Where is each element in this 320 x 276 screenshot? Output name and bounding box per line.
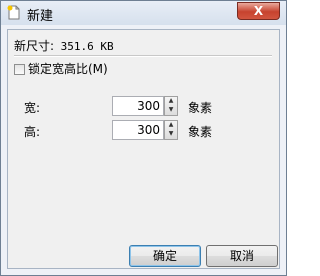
new-document-icon xyxy=(7,5,20,20)
spin-down-icon[interactable]: ▼ xyxy=(165,106,177,115)
new-image-dialog: 新建 X 新尺寸: 351.6 KB 锁定宽高比(M) 宽: 300 ▲ ▼ 象素… xyxy=(0,0,287,276)
width-unit: 象素 xyxy=(188,101,213,115)
height-spinner[interactable]: ▲ ▼ xyxy=(164,120,178,140)
spin-up-icon[interactable]: ▲ xyxy=(165,121,177,130)
ok-button[interactable]: 确定 xyxy=(129,245,201,267)
checkbox-box[interactable] xyxy=(14,64,25,75)
spin-down-icon[interactable]: ▼ xyxy=(165,130,177,139)
new-size-info: 新尺寸: 351.6 KB xyxy=(14,37,114,54)
width-label: 宽: xyxy=(24,101,41,115)
dialog-body: 新尺寸: 351.6 KB 锁定宽高比(M) 宽: 300 ▲ ▼ 象素 高: 3… xyxy=(7,29,280,269)
spin-up-icon[interactable]: ▲ xyxy=(165,97,177,106)
width-spinner[interactable]: ▲ ▼ xyxy=(164,96,178,116)
title-bar[interactable]: 新建 X xyxy=(1,1,286,25)
lock-aspect-ratio-label: 锁定宽高比(M) xyxy=(28,62,108,76)
divider xyxy=(14,55,272,57)
new-size-value: 351.6 KB xyxy=(60,40,114,53)
height-label: 高: xyxy=(24,125,41,139)
window-title: 新建 xyxy=(27,9,54,24)
close-button[interactable]: X xyxy=(237,2,280,20)
cancel-button[interactable]: 取消 xyxy=(206,245,278,267)
new-size-label: 新尺寸: xyxy=(14,39,55,53)
height-input[interactable]: 300 xyxy=(112,120,164,140)
height-unit: 象素 xyxy=(188,125,213,139)
lock-aspect-ratio-checkbox[interactable]: 锁定宽高比(M) xyxy=(14,60,108,77)
width-input[interactable]: 300 xyxy=(112,96,164,116)
